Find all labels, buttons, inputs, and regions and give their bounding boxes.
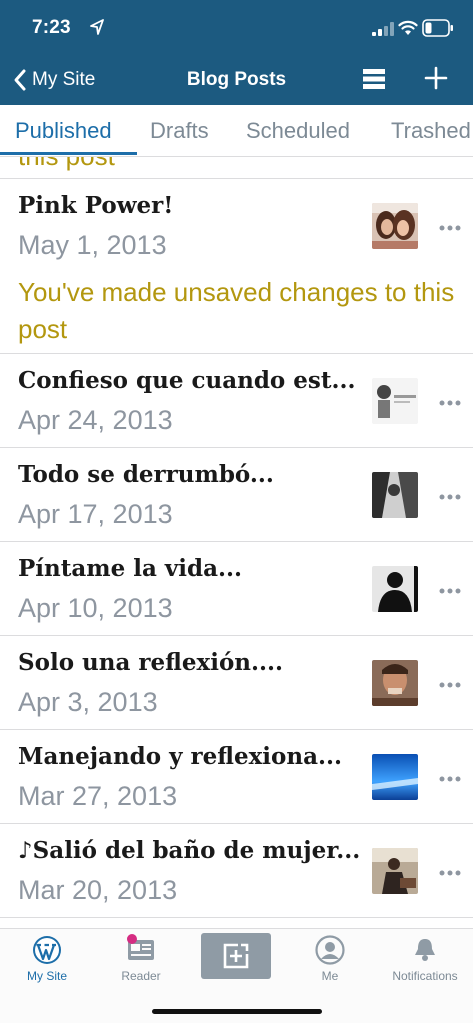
tab-notifications[interactable]: Notifications bbox=[378, 929, 472, 991]
post-date: Mar 20, 2013 bbox=[18, 875, 178, 905]
post-date: Mar 27, 2013 bbox=[18, 781, 178, 811]
more-options-icon[interactable] bbox=[438, 224, 462, 232]
location-arrow-icon bbox=[90, 19, 104, 35]
tab-reader[interactable]: Reader bbox=[94, 929, 188, 991]
partial-post-note: this post bbox=[18, 157, 115, 172]
navigation-bar: My Site Blog Posts bbox=[0, 55, 473, 105]
post-row[interactable]: Manejando y reflexiona... Mar 27, 2013 bbox=[0, 730, 473, 823]
post-thumbnail bbox=[372, 754, 418, 800]
post-date: Apr 10, 2013 bbox=[18, 593, 173, 623]
post-thumbnail bbox=[372, 660, 418, 706]
divider bbox=[0, 917, 473, 918]
post-date: Apr 24, 2013 bbox=[18, 405, 173, 435]
post-row[interactable]: Pink Power! May 1, 2013 You've made unsa… bbox=[0, 179, 473, 353]
post-row[interactable]: Solo una reflexión.... Apr 3, 2013 bbox=[0, 636, 473, 729]
more-options-icon[interactable] bbox=[438, 869, 462, 877]
new-post-icon bbox=[223, 943, 249, 969]
post-row[interactable]: Todo se derrumbó... Apr 17, 2013 bbox=[0, 448, 473, 541]
unsaved-changes-notice: You've made unsaved changes to this post bbox=[18, 277, 455, 344]
post-title: Todo se derrumbó... bbox=[18, 461, 274, 488]
post-thumbnail bbox=[372, 203, 418, 249]
notification-dot bbox=[127, 934, 137, 944]
post-thumbnail bbox=[372, 378, 418, 424]
post-row[interactable]: ♪Salió del baño de mujer... Mar 20, 2013 bbox=[0, 824, 473, 917]
post-title: ♪Salió del baño de mujer... bbox=[18, 837, 361, 864]
more-options-icon[interactable] bbox=[438, 493, 462, 501]
tab-me[interactable]: Me bbox=[283, 929, 377, 991]
tab-published[interactable]: Published bbox=[15, 118, 112, 144]
cellular-signal-icon bbox=[372, 22, 394, 36]
new-post-button[interactable] bbox=[201, 933, 271, 979]
list-layout-icon[interactable] bbox=[362, 67, 386, 91]
post-thumbnail bbox=[372, 848, 418, 894]
tab-my-site-label: My Site bbox=[26, 969, 67, 983]
tab-scheduled[interactable]: Scheduled bbox=[246, 118, 350, 144]
post-status-tabs: Published Drafts Scheduled Trashed bbox=[0, 105, 473, 157]
profile-icon bbox=[315, 935, 345, 965]
post-thumbnail bbox=[372, 472, 418, 518]
home-indicator[interactable] bbox=[152, 1009, 322, 1014]
tab-me-label: Me bbox=[321, 969, 339, 983]
page-title: Blog Posts bbox=[186, 69, 287, 90]
tab-my-site[interactable]: My Site bbox=[0, 929, 94, 991]
wordpress-icon bbox=[33, 936, 61, 964]
active-tab-indicator bbox=[0, 152, 137, 155]
post-title: Solo una reflexión.... bbox=[18, 649, 284, 676]
post-title: Manejando y reflexiona... bbox=[18, 743, 343, 770]
post-thumbnail bbox=[372, 566, 418, 612]
more-options-icon[interactable] bbox=[438, 775, 462, 783]
post-title: Pink Power! bbox=[18, 192, 174, 219]
more-options-icon[interactable] bbox=[438, 587, 462, 595]
post-row[interactable]: Confieso que cuando est... Apr 24, 2013 bbox=[0, 354, 473, 447]
tab-drafts[interactable]: Drafts bbox=[150, 118, 209, 144]
post-list[interactable]: this post Pink Power! May 1, 2013 You've… bbox=[0, 157, 473, 928]
wifi-icon bbox=[398, 20, 418, 35]
post-row[interactable]: Píntame la vida... Apr 10, 2013 bbox=[0, 542, 473, 635]
tab-notifications-label: Notifications bbox=[392, 969, 458, 983]
more-options-icon[interactable] bbox=[438, 681, 462, 689]
status-bar: 7:23 bbox=[0, 0, 473, 55]
bell-icon bbox=[415, 939, 435, 961]
post-date: May 1, 2013 bbox=[18, 230, 167, 260]
plus-icon[interactable] bbox=[424, 66, 448, 90]
tab-reader-label: Reader bbox=[121, 969, 161, 983]
post-title: Píntame la vida... bbox=[18, 555, 243, 582]
post-title: Confieso que cuando est... bbox=[18, 367, 356, 394]
status-time: 7:23 bbox=[32, 17, 71, 38]
tab-trashed[interactable]: Trashed bbox=[391, 118, 471, 144]
more-options-icon[interactable] bbox=[438, 399, 462, 407]
battery-icon bbox=[422, 19, 453, 37]
post-date: Apr 17, 2013 bbox=[18, 499, 173, 529]
post-date: Apr 3, 2013 bbox=[18, 687, 158, 717]
